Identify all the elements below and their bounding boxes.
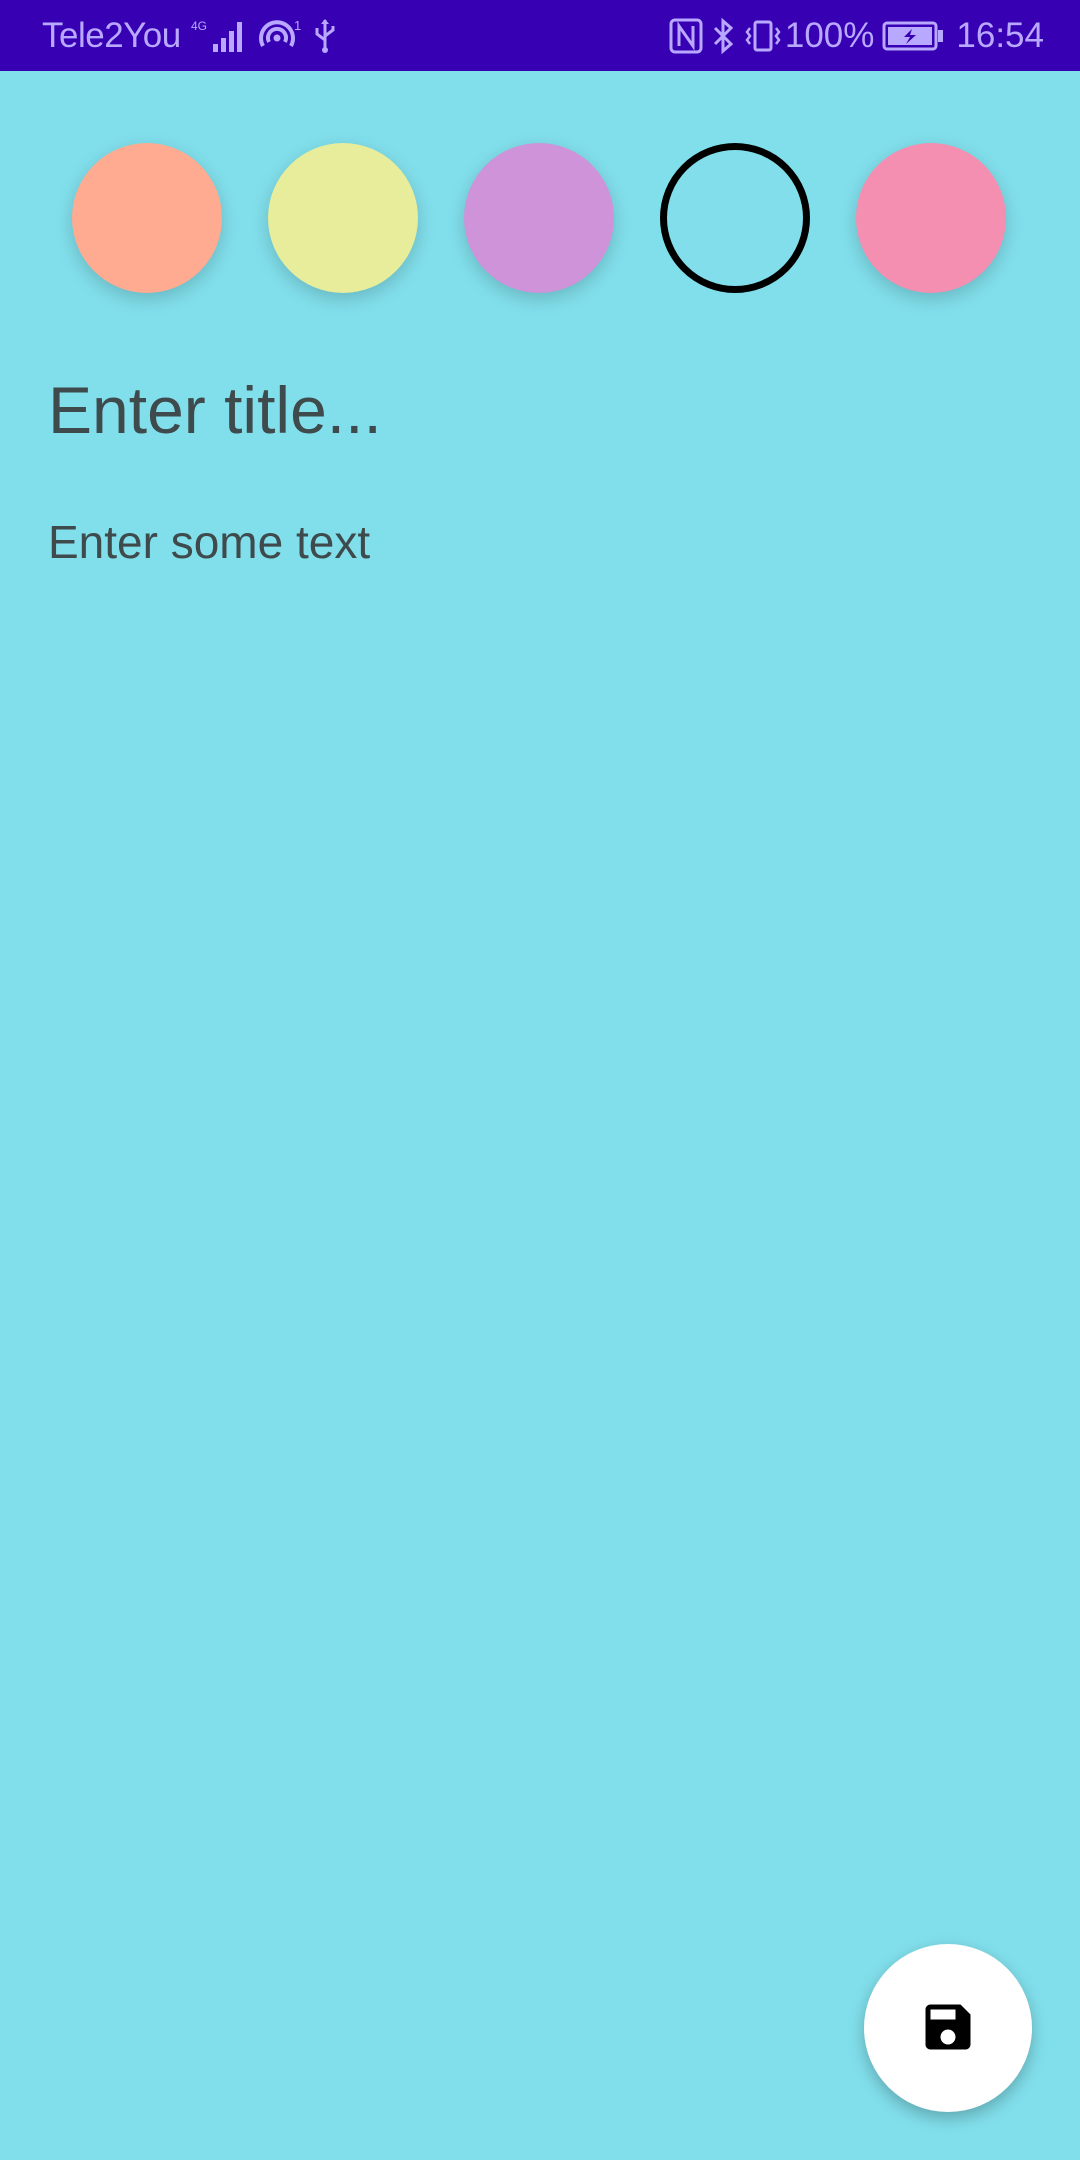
nfc-icon bbox=[669, 18, 703, 54]
bluetooth-icon bbox=[711, 17, 737, 54]
color-swatch[interactable] bbox=[72, 143, 222, 293]
carrier-name: Tele2You bbox=[42, 15, 181, 55]
hotspot-icon: 1 bbox=[257, 18, 303, 54]
battery-charging-icon bbox=[882, 21, 944, 51]
color-swatch[interactable] bbox=[856, 143, 1006, 293]
color-picker bbox=[72, 143, 1006, 293]
color-swatch[interactable] bbox=[464, 143, 614, 293]
color-swatch[interactable] bbox=[268, 143, 418, 293]
network-type-label: 4G bbox=[191, 19, 207, 33]
save-button[interactable] bbox=[864, 1944, 1032, 2112]
color-swatch[interactable] bbox=[660, 143, 810, 293]
note-body-input[interactable] bbox=[48, 515, 1028, 1815]
hotspot-count: 1 bbox=[294, 18, 301, 33]
save-icon bbox=[918, 1997, 978, 2060]
signal-icon: 4G bbox=[189, 18, 249, 54]
vibrate-icon bbox=[745, 18, 781, 54]
usb-icon bbox=[311, 18, 339, 54]
battery-percent: 100% bbox=[784, 15, 875, 55]
status-bar: Tele2You 4G 1 100% 16:54 bbox=[0, 0, 1080, 71]
title-input[interactable] bbox=[48, 372, 1028, 448]
clock: 16:54 bbox=[956, 15, 1044, 55]
